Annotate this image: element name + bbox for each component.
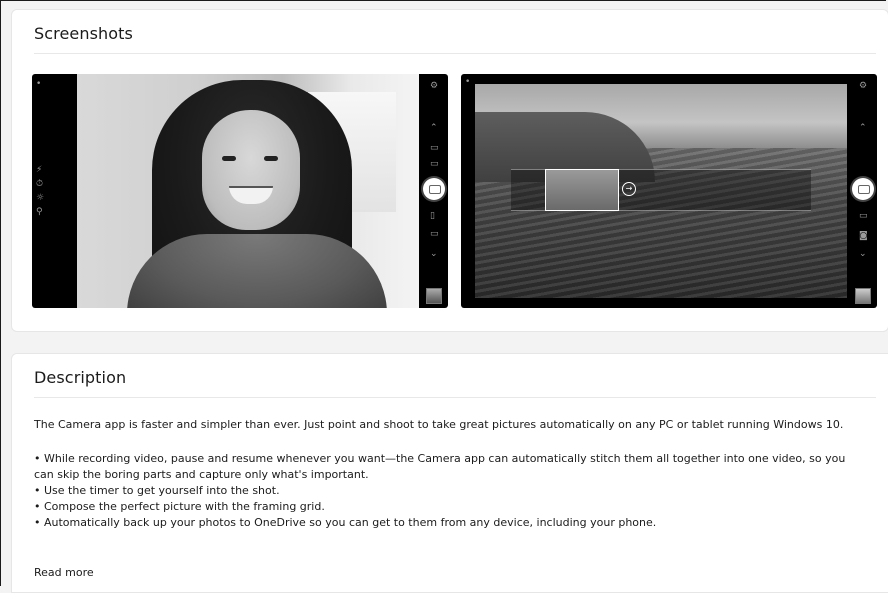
description-bullet-2: • Use the timer to get yourself into the…: [34, 484, 280, 497]
read-more-link[interactable]: Read more: [34, 566, 94, 579]
app-frame: Screenshots • ⚡ ⏱ ☼ ⚲ ⚙ ⌃ ▭ ▭ ▯ ▭ ⌄ → • …: [0, 0, 888, 593]
screenshot-thumbnail-1[interactable]: • ⚡ ⏱ ☼ ⚲ ⚙ ⌃ ▭ ▭ ▯ ▭ ⌄: [32, 74, 448, 308]
arrow-right-icon: →: [622, 182, 636, 196]
screenshots-title: Screenshots: [34, 24, 133, 43]
gear-icon: ⚙: [859, 81, 868, 91]
description-title: Description: [34, 368, 127, 387]
selfie-eye-left: [222, 156, 236, 161]
zoom-icon: ⚲: [36, 207, 43, 217]
settings-dot-icon: •: [465, 77, 471, 87]
screenshot-thumbnail-2[interactable]: → • ⚙ ⌃ ▭ ◙ ⌄: [461, 74, 877, 308]
camera-icon: ◙: [859, 231, 868, 241]
panorama-icon: ▭: [430, 143, 439, 153]
video-icon: ▭: [430, 159, 439, 169]
flash-icon: ⚡: [36, 165, 43, 175]
panorama-capture-frame: [545, 169, 619, 211]
last-photo-thumbnail: [426, 288, 442, 304]
video-icon: ▭: [859, 211, 868, 221]
description-bullet-3: • Compose the perfect picture with the f…: [34, 500, 325, 513]
gear-icon: ⚙: [430, 81, 439, 91]
chevron-down-icon: ⌄: [430, 249, 438, 259]
chevron-up-icon: ⌃: [859, 123, 867, 133]
screenshots-card: Screenshots • ⚡ ⏱ ☼ ⚲ ⚙ ⌃ ▭ ▭ ▯ ▭ ⌄ → • …: [11, 9, 888, 332]
exposure-icon: ☼: [36, 193, 45, 203]
description-card: Description The Camera app is faster and…: [11, 353, 888, 593]
document-icon: ▯: [430, 211, 435, 221]
selfie-body: [127, 234, 387, 308]
screenshots-divider: [34, 53, 876, 54]
chevron-down-icon: ⌄: [859, 249, 867, 259]
description-bullet-1: • While recording video, pause and resum…: [34, 452, 846, 481]
description-divider: [34, 397, 876, 398]
settings-dot-icon: •: [36, 79, 42, 89]
description-intro: The Camera app is faster and simpler tha…: [34, 418, 844, 431]
selfie-face: [202, 110, 300, 230]
barcode-icon: ▭: [430, 229, 439, 239]
selfie-eye-right: [264, 156, 278, 161]
timer-icon: ⏱: [36, 179, 44, 189]
last-photo-thumbnail: [855, 288, 871, 304]
description-bullet-4: • Automatically back up your photos to O…: [34, 516, 657, 529]
shutter-button: [852, 178, 874, 200]
chevron-up-icon: ⌃: [430, 123, 438, 133]
shutter-button: [423, 178, 445, 200]
